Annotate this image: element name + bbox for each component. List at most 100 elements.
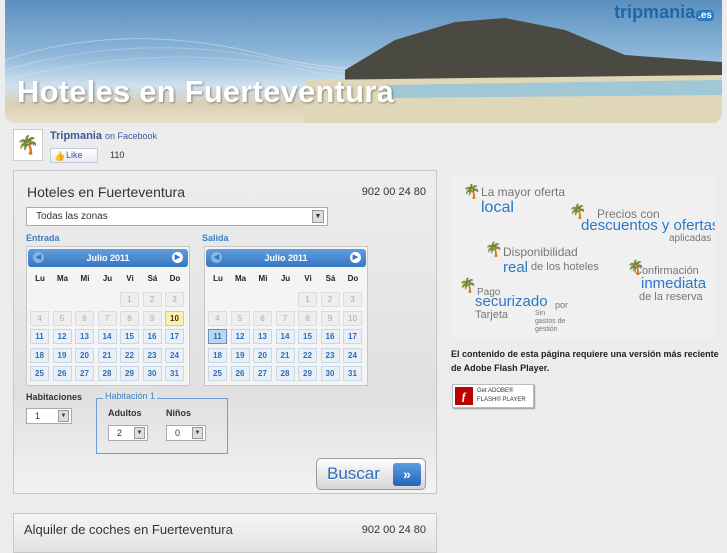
next-month-icon[interactable]: ▶	[172, 252, 183, 263]
calendar-day[interactable]: 12	[230, 329, 250, 344]
calendar-day[interactable]: 11	[30, 329, 49, 344]
calendar-day: 5	[52, 310, 72, 326]
calendar-day: 9	[320, 310, 340, 326]
calendar-day[interactable]: 26	[52, 366, 72, 381]
calendar-day[interactable]: 10	[343, 310, 362, 326]
calendar-month: Julio 2011	[86, 253, 130, 263]
promo-banner[interactable]: 🌴 La mayor oferta local 🌴 Precios con de…	[451, 175, 715, 338]
facebook-like-count: 110	[110, 150, 125, 160]
weekday-label: Do	[169, 274, 181, 283]
calendar-day: 8	[120, 310, 139, 326]
ninos-label: Niños	[166, 408, 192, 418]
room-1-legend: Habitación 1	[103, 391, 158, 401]
facebook-page-link[interactable]: Tripmania on Facebook	[50, 130, 157, 142]
adultos-select[interactable]: 2 ▼	[108, 425, 148, 441]
car-rental-title[interactable]: Alquiler de coches en Fuerteventura	[24, 522, 233, 537]
calendar-entrada: ◀ Julio 2011 ▶ Lu Ma Mi Ju Vi Sá Do 1 2 3 4 5 6 7 8 9 10…	[26, 246, 190, 386]
calendar-day[interactable]: 24	[165, 347, 184, 363]
next-month-icon[interactable]: ▶	[350, 252, 361, 263]
calendar-day[interactable]: 31	[165, 366, 184, 381]
promo-text: aplicadas	[669, 233, 712, 244]
chevron-down-icon: ▼	[312, 210, 324, 223]
weekday-label: Ma	[56, 274, 69, 283]
calendar-day: 7	[275, 310, 295, 326]
calendar-day[interactable]: 17	[343, 329, 362, 344]
calendar-day: 7	[97, 310, 117, 326]
calendar-day[interactable]: 15	[120, 329, 139, 344]
flash-btn-line1: Get ADOBE®	[477, 388, 514, 394]
promo-text: de los hoteles	[531, 261, 599, 273]
weekday-label: Ma	[234, 274, 247, 283]
calendar-day[interactable]: 19	[230, 347, 250, 363]
calendar-day[interactable]: 16	[142, 329, 162, 344]
calendar-day[interactable]: 18	[30, 347, 49, 363]
weekday-label: Lu	[213, 274, 223, 283]
calendar-day: 6	[253, 310, 272, 326]
calendar-day[interactable]: 23	[320, 347, 340, 363]
promo-text: securizado	[475, 293, 548, 310]
calendar-day[interactable]: 20	[253, 347, 272, 363]
calendar-day[interactable]: 27	[75, 366, 94, 381]
habitaciones-label: Habitaciones	[26, 392, 83, 402]
habitaciones-select[interactable]: 1 ▼	[26, 408, 72, 424]
facebook-like-button[interactable]: 👍 Like	[50, 148, 98, 163]
calendar-day[interactable]: 28	[275, 366, 295, 381]
hotel-search-panel: Hoteles en Fuerteventura 902 00 24 80 To…	[13, 170, 437, 494]
calendar-day[interactable]: 21	[97, 347, 117, 363]
calendar-day[interactable]: 27	[253, 366, 272, 381]
prev-month-icon[interactable]: ◀	[211, 252, 222, 263]
calendar-day[interactable]: 17	[165, 329, 184, 344]
calendar-day[interactable]: 14	[97, 329, 117, 344]
calendar-day[interactable]: 29	[298, 366, 317, 381]
calendar-day[interactable]: 30	[320, 366, 340, 381]
facebook-avatar[interactable]: 🌴	[13, 129, 43, 161]
calendar-day[interactable]: 18	[208, 347, 227, 363]
calendar-day[interactable]: 26	[230, 366, 250, 381]
salida-label: Salida	[202, 233, 229, 243]
weekday-label: Sá	[147, 274, 158, 283]
calendar-header: ◀ Julio 2011 ▶	[206, 249, 366, 267]
calendar-day[interactable]: 13	[75, 329, 94, 344]
zone-select[interactable]: Todas las zonas ▼	[26, 207, 328, 226]
calendar-day: 5	[230, 310, 250, 326]
calendar-day[interactable]: 13	[253, 329, 272, 344]
calendar-day[interactable]: 25	[30, 366, 49, 381]
double-arrow-right-icon: »	[393, 463, 421, 486]
promo-text: real	[503, 259, 529, 276]
weekday-label: Mi	[258, 274, 268, 283]
calendar-day: 3	[165, 292, 184, 307]
calendar-day[interactable]: 30	[142, 366, 162, 381]
calendar-day[interactable]: 14	[275, 329, 295, 344]
chevron-down-icon: ▼	[192, 427, 203, 439]
calendar-day[interactable]: 22	[120, 347, 139, 363]
calendar-day[interactable]: 11	[208, 329, 227, 344]
prev-month-icon[interactable]: ◀	[33, 252, 44, 263]
calendar-header: ◀ Julio 2011 ▶	[28, 249, 188, 267]
calendar-day[interactable]: 29	[120, 366, 139, 381]
buscar-button[interactable]: Buscar »	[316, 458, 426, 490]
calendar-day[interactable]: 10	[165, 310, 184, 326]
calendar-day[interactable]: 12	[52, 329, 72, 344]
calendar-day[interactable]: 23	[142, 347, 162, 363]
entrada-label: Entrada	[26, 233, 60, 243]
calendar-day[interactable]: 31	[343, 366, 362, 381]
buscar-label: Buscar	[327, 464, 380, 483]
calendar-day[interactable]: 15	[298, 329, 317, 344]
promo-text: de la reserva	[639, 291, 703, 303]
calendar-day[interactable]: 21	[275, 347, 295, 363]
palm-tree-icon: 🌴	[463, 183, 481, 199]
ninos-select[interactable]: 0 ▼	[166, 425, 206, 441]
calendar-day[interactable]: 24	[343, 347, 362, 363]
promo-text: Sin gastos de gestión	[535, 310, 566, 333]
promo-text: Tarjeta	[475, 309, 509, 321]
calendar-day[interactable]: 22	[298, 347, 317, 363]
calendar-day[interactable]: 25	[208, 366, 227, 381]
get-flash-player-button[interactable]: ƒ Get ADOBE® FLASH® PLAYER	[452, 384, 534, 408]
calendar-day[interactable]: 28	[97, 366, 117, 381]
calendar-day[interactable]: 19	[52, 347, 72, 363]
tripmania-logo[interactable]: tripmania .es	[614, 2, 714, 23]
promo-text: por	[555, 300, 569, 310]
calendar-day[interactable]: 16	[320, 329, 340, 344]
calendar-day: 3	[343, 292, 362, 307]
calendar-day[interactable]: 20	[75, 347, 94, 363]
